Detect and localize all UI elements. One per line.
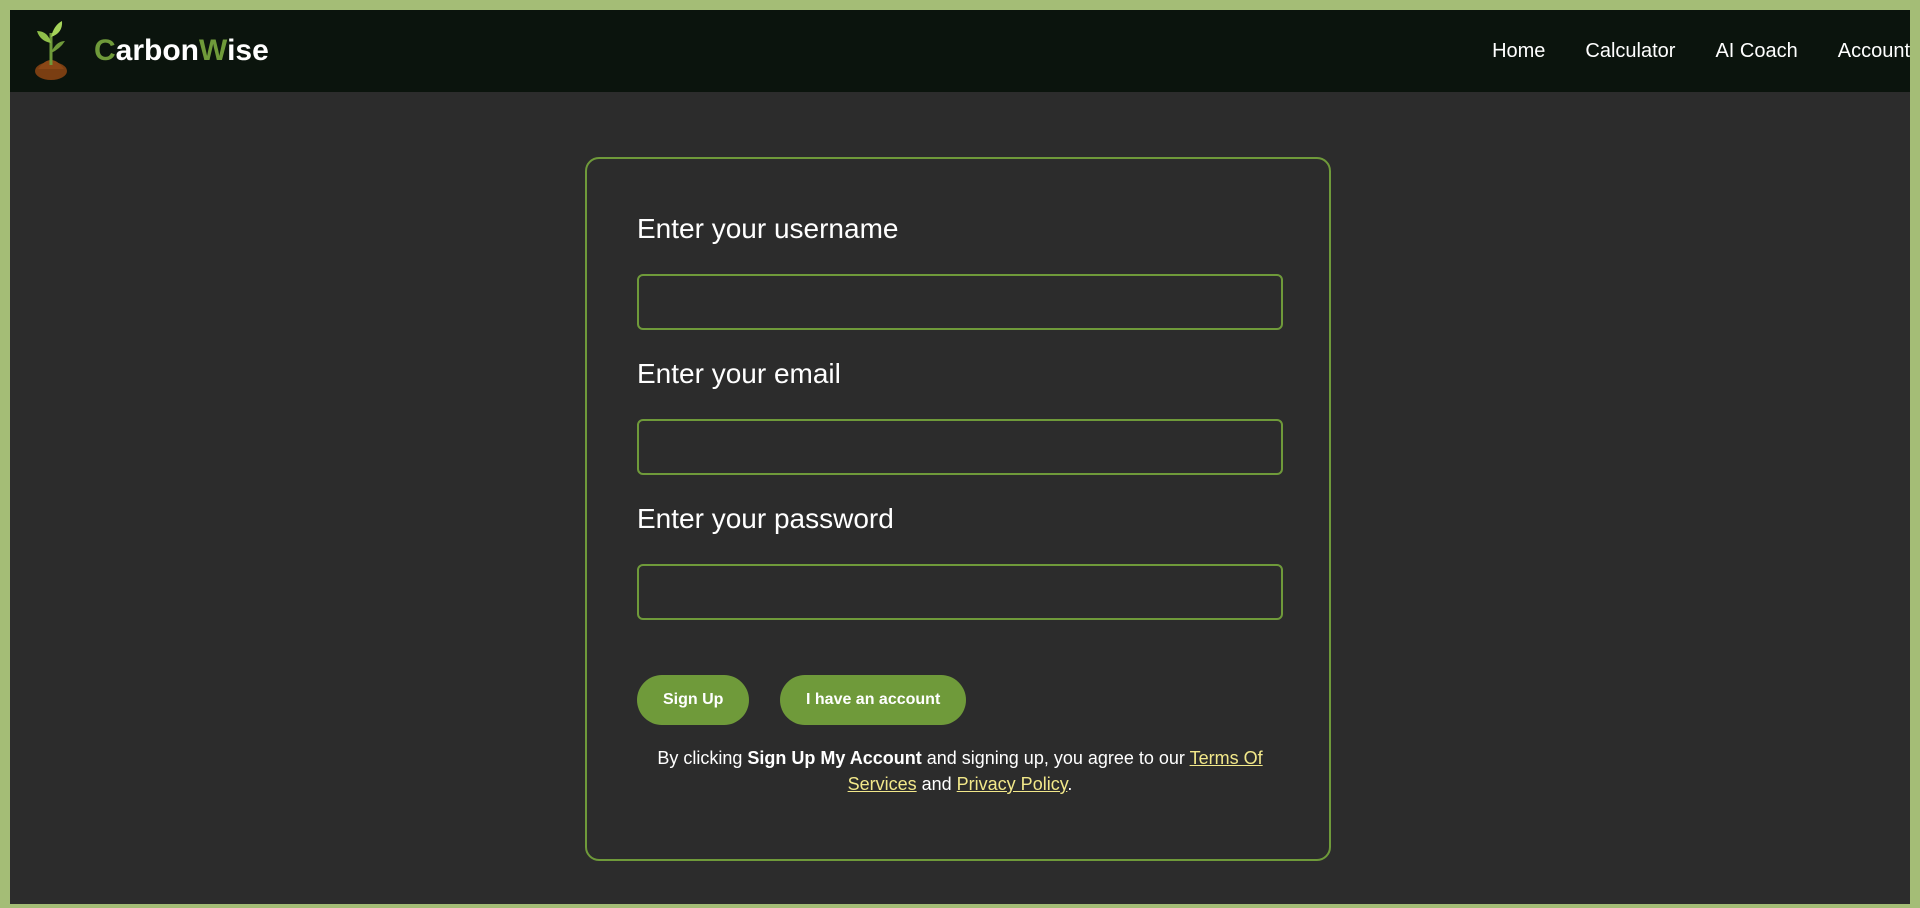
email-label: Enter your email <box>637 358 841 389</box>
nav-links: Home Calculator AI Coach Account <box>1452 10 1910 92</box>
signup-button[interactable]: Sign Up <box>637 675 750 725</box>
sprout-icon <box>35 21 67 80</box>
nav-home[interactable]: Home <box>1492 40 1545 63</box>
have-account-button[interactable]: I have an account <box>780 675 967 725</box>
terms-bold: Sign Up My Account <box>747 748 922 768</box>
terms-and: and <box>916 774 957 794</box>
brand-name: CarbonWise <box>94 34 269 68</box>
email-input[interactable] <box>637 419 1283 475</box>
signup-card: Enter your username Enter your email Ent… <box>585 157 1331 861</box>
terms-prefix: By clicking <box>657 748 748 768</box>
username-label: Enter your username <box>637 213 899 244</box>
brand-name-arbon: arbon <box>115 34 200 67</box>
password-label: Enter your password <box>637 503 894 534</box>
username-input[interactable] <box>637 274 1283 330</box>
nav-account[interactable]: Account <box>1838 40 1910 63</box>
terms-notice: By clicking Sign Up My Account and signi… <box>637 745 1283 797</box>
browser-frame: CarbonWise Home Calculator AI Coach Acco… <box>0 0 1920 908</box>
navbar: CarbonWise Home Calculator AI Coach Acco… <box>10 10 1910 92</box>
page: CarbonWise Home Calculator AI Coach Acco… <box>10 10 1910 904</box>
nav-ai-coach[interactable]: AI Coach <box>1715 40 1797 63</box>
privacy-policy-link[interactable]: Privacy Policy <box>957 774 1068 794</box>
brand-name-w: W <box>199 34 228 67</box>
brand-name-ise: ise <box>227 34 269 67</box>
brand-name-c: C <box>94 34 116 67</box>
brand-logo-link[interactable]: CarbonWise <box>32 18 269 84</box>
terms-middle: and signing up, you agree to our <box>921 748 1190 768</box>
terms-suffix: . <box>1067 774 1073 794</box>
nav-calculator[interactable]: Calculator <box>1585 40 1675 63</box>
password-input[interactable] <box>637 564 1283 620</box>
